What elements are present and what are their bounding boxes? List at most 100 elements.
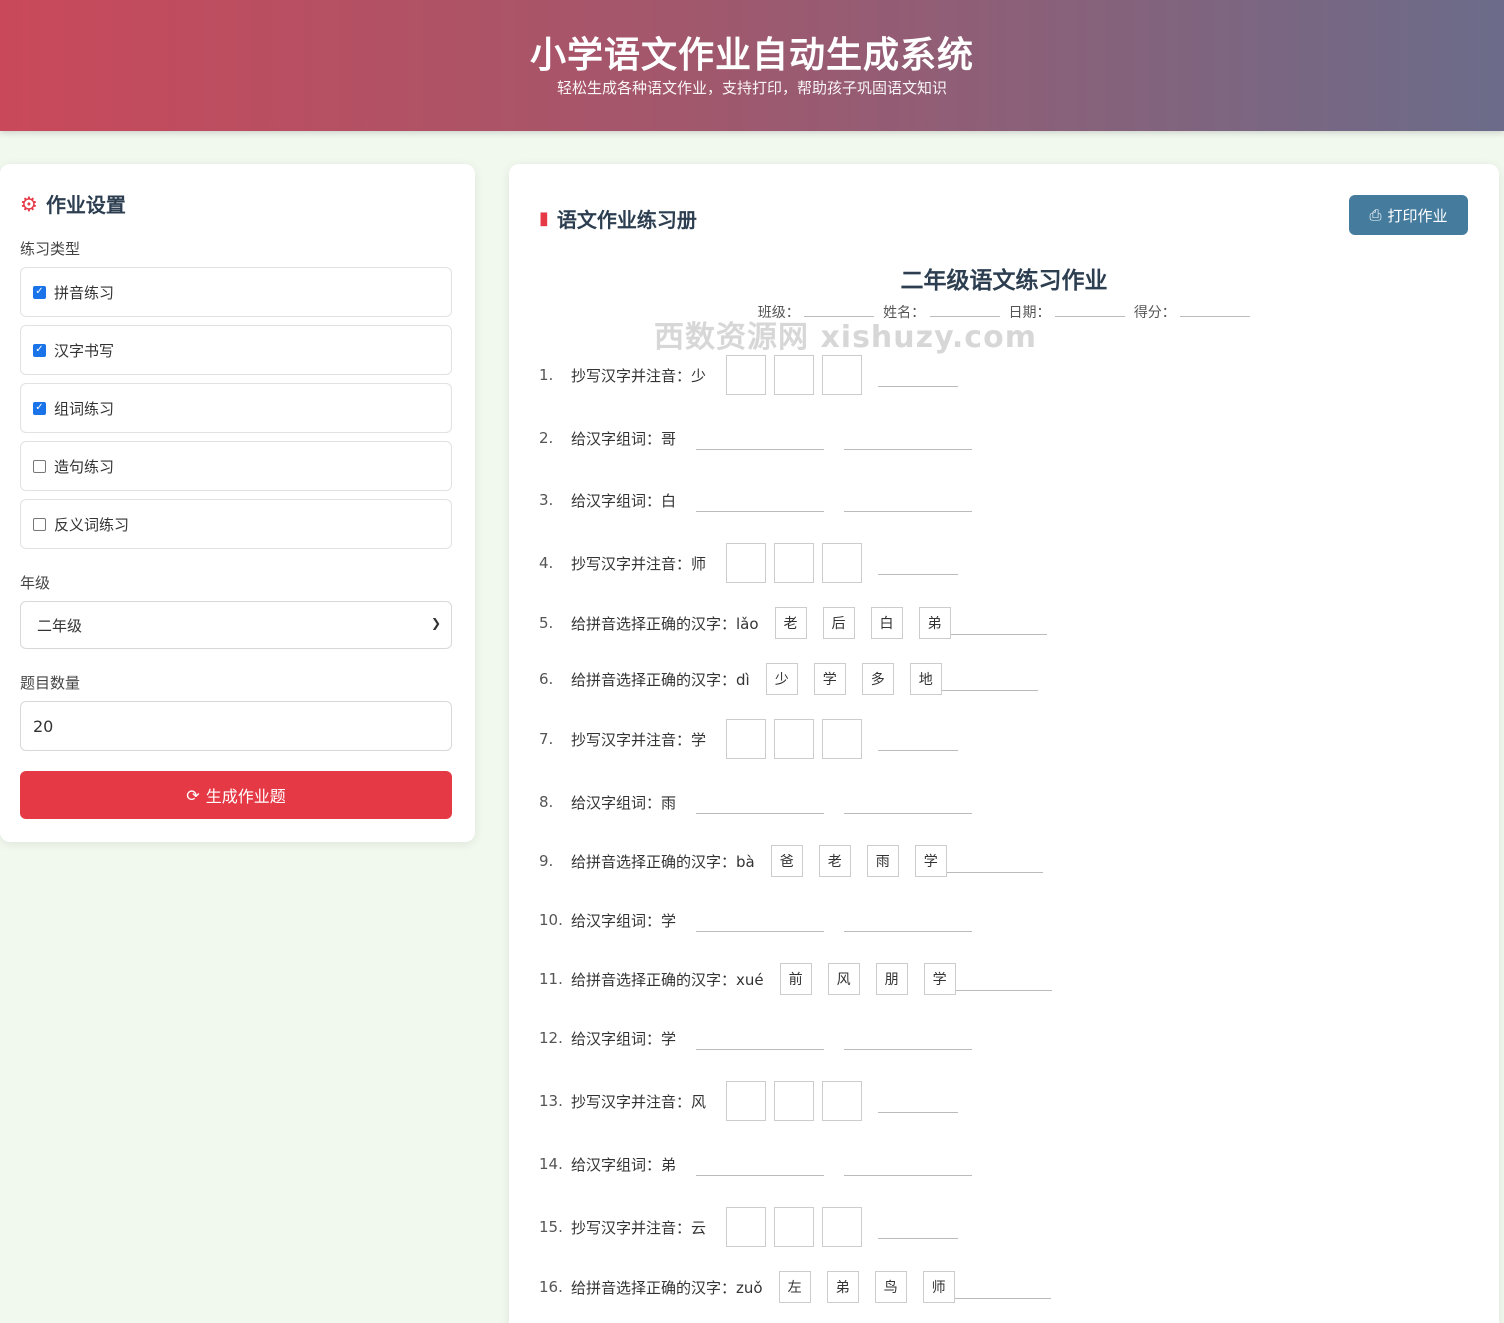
question-number: 14.	[539, 1155, 563, 1173]
question-item: 4. 抄写汉字并注音：师	[539, 543, 959, 583]
workbook-title: ▮ 语文作业练习册	[539, 204, 697, 233]
type-option-antonym[interactable]: 反义词练习	[20, 499, 452, 549]
question-item: 11. 给拼音选择正确的汉字：xué 前风朋学	[539, 959, 1052, 999]
type-option-label: 组词练习	[54, 399, 115, 418]
count-input-value: 20	[33, 716, 54, 736]
question-number: 4.	[539, 554, 554, 572]
question-number: 6.	[539, 670, 554, 688]
checkbox-checked-icon[interactable]: ✓	[33, 285, 46, 299]
answer-blank	[950, 611, 1047, 635]
writing-box	[822, 355, 863, 395]
choice-option[interactable]: 学	[923, 963, 956, 995]
writing-box	[822, 719, 863, 759]
count-input[interactable]: 20	[20, 701, 452, 751]
checkbox-checked-icon[interactable]: ✓	[33, 343, 46, 357]
choice-option[interactable]: 师	[922, 1271, 955, 1303]
choice-option[interactable]: 白	[870, 607, 903, 639]
type-option-label: 反义词练习	[54, 515, 130, 534]
settings-title: ⚙ 作业设置	[20, 189, 126, 218]
choice-option[interactable]: 弟	[918, 607, 951, 639]
sheet-title: 二年级语文练习作业	[900, 268, 1108, 294]
page-header: 小学语文作业自动生成系统 轻松生成各种语文作业，支持打印，帮助孩子巩固语文知识	[0, 0, 1504, 131]
answer-blank	[946, 849, 1043, 873]
grade-select[interactable]: 二年级 ❯	[20, 601, 452, 649]
question-item: 15. 抄写汉字并注音：云	[539, 1207, 959, 1247]
question-item: 12. 给汉字组词：学	[539, 1018, 973, 1058]
type-option-pinyin[interactable]: ✓ 拼音练习	[20, 267, 452, 317]
printer-icon: ⎙	[1369, 206, 1382, 224]
pinyin-blank	[878, 1089, 959, 1113]
choice-option[interactable]: 地	[909, 663, 942, 695]
question-text: 抄写汉字并注音：学	[571, 730, 707, 749]
question-number: 12.	[539, 1029, 563, 1047]
choice-option[interactable]: 老	[774, 607, 807, 639]
choice-option[interactable]: 前	[779, 963, 812, 995]
question-text: 给汉字组词：雨	[571, 793, 677, 812]
question-text: 给拼音选择正确的汉字：bà	[571, 852, 755, 871]
choice-option[interactable]: 风	[827, 963, 860, 995]
word-blank	[844, 1026, 973, 1050]
checkbox-unchecked-icon[interactable]	[33, 459, 46, 473]
pinyin-blank	[878, 551, 959, 575]
choice-option[interactable]: 左	[778, 1271, 811, 1303]
question-text: 给拼音选择正确的汉字：lǎo	[571, 614, 759, 633]
choice-option[interactable]: 老	[818, 845, 851, 877]
question-number: 8.	[539, 793, 554, 811]
writing-box	[726, 543, 767, 583]
choice-option[interactable]: 爸	[770, 845, 803, 877]
checkbox-checked-icon[interactable]: ✓	[33, 401, 46, 415]
generate-button-label: 生成作业题	[205, 787, 286, 806]
question-text: 给汉字组词：弟	[571, 1155, 677, 1174]
question-item: 6. 给拼音选择正确的汉字：dì 少学多地	[539, 659, 1038, 699]
question-number: 11.	[539, 970, 563, 988]
question-number: 15.	[539, 1218, 563, 1236]
question-item: 8. 给汉字组词：雨	[539, 782, 973, 822]
writing-box	[774, 719, 815, 759]
refresh-icon: ⟳	[186, 785, 200, 805]
answer-blank	[954, 1275, 1051, 1299]
question-text: 给汉字组词：学	[571, 1029, 677, 1048]
question-text: 给汉字组词：学	[571, 911, 677, 930]
choice-option[interactable]: 学	[914, 845, 947, 877]
choice-option[interactable]: 学	[813, 663, 846, 695]
choice-option[interactable]: 鸟	[874, 1271, 907, 1303]
writing-box	[774, 543, 815, 583]
type-option-hanzi[interactable]: ✓ 汉字书写	[20, 325, 452, 375]
question-number: 2.	[539, 429, 554, 447]
pinyin-blank	[878, 727, 959, 751]
type-option-sentence[interactable]: 造句练习	[20, 441, 452, 491]
writing-box	[822, 1081, 863, 1121]
grade-select-value: 二年级	[37, 616, 83, 635]
app-subtitle: 轻松生成各种语文作业，支持打印，帮助孩子巩固语文知识	[556, 79, 947, 97]
word-blank	[696, 426, 825, 450]
writing-box	[726, 355, 767, 395]
meta-blank	[1054, 303, 1125, 317]
choice-option[interactable]: 多	[861, 663, 894, 695]
book-icon: ▮	[539, 208, 549, 229]
type-label: 练习类型	[20, 240, 81, 258]
settings-panel: ⚙ 作业设置 练习类型 ✓ 拼音练习 ✓ 汉字书写 ✓ 组词练习 造句练习 反义…	[0, 164, 475, 842]
word-blank	[844, 908, 973, 932]
choice-option[interactable]: 少	[765, 663, 798, 695]
type-option-label: 造句练习	[54, 457, 115, 476]
writing-box	[774, 1081, 815, 1121]
question-item: 1. 抄写汉字并注音：少	[539, 355, 959, 395]
question-item: 16. 给拼音选择正确的汉字：zuǒ 左弟鸟师	[539, 1267, 1051, 1307]
choice-option[interactable]: 后	[822, 607, 855, 639]
type-option-label: 拼音练习	[54, 283, 115, 302]
question-item: 13. 抄写汉字并注音：风	[539, 1081, 959, 1121]
choice-option[interactable]: 雨	[866, 845, 899, 877]
choice-option[interactable]: 弟	[826, 1271, 859, 1303]
answer-blank	[941, 667, 1038, 691]
app-title: 小学语文作业自动生成系统	[529, 35, 974, 76]
type-option-words[interactable]: ✓ 组词练习	[20, 383, 452, 433]
writing-box	[822, 1207, 863, 1247]
question-number: 10.	[539, 911, 563, 929]
choice-option[interactable]: 朋	[875, 963, 908, 995]
generate-button[interactable]: ⟳ 生成作业题	[20, 771, 452, 819]
writing-box	[726, 719, 767, 759]
workbook-title-text: 语文作业练习册	[556, 208, 697, 232]
word-blank	[844, 426, 973, 450]
checkbox-unchecked-icon[interactable]	[33, 517, 46, 531]
print-button[interactable]: ⎙ 打印作业	[1349, 195, 1468, 235]
